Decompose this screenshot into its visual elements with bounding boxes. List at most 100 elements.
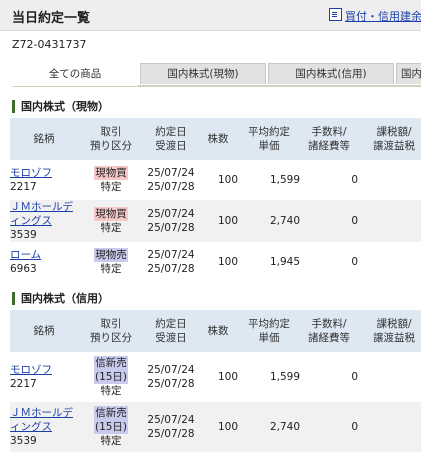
page-header: 当日約定一覧 買付・信用建余 (0, 0, 421, 31)
date-cell: 25/07/24 25/07/28 (144, 402, 198, 452)
settle-date: 25/07/28 (147, 181, 195, 193)
tab-domestic-spot[interactable]: 国内株式(現物) (140, 63, 266, 84)
section-title-margin: 国内株式（信用） (12, 292, 109, 305)
fee-cell: 0 (351, 256, 358, 268)
date-cell: 25/07/24 25/07/28 (144, 160, 198, 200)
stock-name-link[interactable]: モロゾフ (10, 364, 52, 376)
exec-date: 25/07/24 (147, 249, 195, 261)
trade-type-badge: 信新売 (94, 356, 128, 370)
date-cell: 25/07/24 25/07/28 (144, 352, 198, 402)
table-header-row: 銘柄 取引 預り区分 約定日 受渡日 株数 平均約定 単価 手数料/諸経費等 課税額/… (10, 310, 421, 352)
tab-domestic-other[interactable]: 国内 (396, 63, 421, 84)
trade-cell: 信新売 (15日) 特定 (78, 352, 144, 402)
buy-margin-link-label[interactable]: 買付・信用建余 (345, 10, 421, 23)
section-title-spot: 国内株式（現物） (12, 100, 109, 113)
col-header-type: 取引 預り区分 (78, 310, 144, 352)
stock-cell: ローム 6963 (10, 242, 78, 282)
col-header-price: 平均約定 単価 (238, 118, 300, 160)
qty-cell: 100 (198, 402, 238, 452)
qty-cell: 100 (217, 371, 238, 383)
tab-all-products[interactable]: 全ての商品 (12, 63, 138, 86)
fee-cell: 0 (300, 402, 358, 452)
tax-cell: -- (358, 242, 421, 282)
date-cell: 25/07/24 25/07/28 (144, 242, 198, 282)
trade-cell: 現物売 特定 (78, 242, 144, 282)
custody-type: 特定 (100, 181, 122, 193)
stock-cell: ＪＭホールディングス 3539 (10, 200, 78, 242)
page-title: 当日約定一覧 (12, 11, 91, 26)
trade-type-badge: 現物買 (94, 166, 128, 180)
list-icon (329, 8, 342, 21)
stock-name-link[interactable]: ＪＭホールディングス (10, 407, 73, 433)
table-row: ＪＭホールディングス 3539 現物買 特定 25/07/24 25/07/28 10… (10, 200, 421, 242)
col-header-name: 銘柄 (10, 310, 78, 352)
price-cell: 1,599 (269, 174, 300, 186)
col-header-date: 約定日 受渡日 (144, 118, 198, 160)
stock-code: 3539 (10, 435, 37, 447)
stock-code: 6963 (10, 263, 37, 275)
margin-table: 銘柄 取引 預り区分 約定日 受渡日 株数 平均約定 単価 手数料/諸経費等 課税額/… (10, 310, 421, 452)
custody-type: 特定 (100, 435, 122, 447)
qty-cell: 100 (217, 256, 238, 268)
tax-cell: -- (358, 200, 421, 242)
stock-cell: ＪＭホールディングス 3539 (10, 402, 78, 452)
table-row: ローム 6963 現物売 特定 25/07/24 25/07/28 100 1,945… (10, 242, 421, 282)
settle-date: 25/07/28 (147, 263, 195, 275)
exec-date: 25/07/24 (147, 208, 195, 220)
col-header-type: 取引 預り区分 (78, 118, 144, 160)
custody-type: 特定 (100, 385, 122, 397)
col-header-price: 平均約定 単価 (238, 310, 300, 352)
margin-period-badge: (15日) (93, 370, 129, 384)
stock-name-link[interactable]: ローム (10, 249, 41, 261)
fee-cell: 0 (351, 371, 358, 383)
custody-type: 特定 (100, 222, 122, 234)
price-cell: 2,740 (238, 402, 300, 452)
qty-cell: 100 (198, 200, 238, 242)
fee-cell: 0 (351, 174, 358, 186)
margin-period-badge: (15日) (93, 420, 129, 434)
trade-cell: 信新売 (15日) 特定 (78, 402, 144, 452)
settle-date: 25/07/28 (147, 428, 195, 440)
col-header-fee: 手数料/諸経費等 (300, 118, 358, 160)
col-header-fee: 手数料/諸経費等 (300, 310, 358, 352)
col-header-qty: 株数 (198, 310, 238, 352)
stock-name-link[interactable]: ＪＭホールディングス (10, 201, 73, 227)
trade-type-badge: 現物買 (94, 207, 128, 221)
stock-code: 2217 (10, 378, 37, 390)
exec-date: 25/07/24 (147, 364, 195, 376)
table-row: モロゾフ 2217 信新売 (15日) 特定 25/07/24 25/07/28 100… (10, 352, 421, 402)
col-header-date: 約定日 受渡日 (144, 310, 198, 352)
stock-name-link[interactable]: モロゾフ (10, 167, 52, 179)
col-header-tax: 課税額/譲渡益税 (358, 118, 421, 160)
buy-margin-link[interactable]: 買付・信用建余 (329, 8, 421, 24)
settle-date: 25/07/28 (147, 222, 195, 234)
trade-type-badge: 信新売 (94, 406, 128, 420)
stock-cell: モロゾフ 2217 (10, 160, 78, 200)
col-header-name: 銘柄 (10, 118, 78, 160)
product-tabs: 全ての商品 国内株式(現物) 国内株式(信用) 国内 (12, 63, 421, 87)
spot-table: 銘柄 取引 預り区分 約定日 受渡日 株数 平均約定 単価 手数料/諸経費等 課税額/… (10, 118, 421, 282)
price-cell: 2,740 (238, 200, 300, 242)
col-header-tax: 課税額/譲渡益税 (358, 310, 421, 352)
exec-date: 25/07/24 (147, 167, 195, 179)
trade-cell: 現物買 特定 (78, 160, 144, 200)
date-cell: 25/07/24 25/07/28 (144, 200, 198, 242)
stock-code: 3539 (10, 229, 37, 241)
fee-cell: 0 (300, 200, 358, 242)
trade-type-badge: 現物売 (94, 248, 128, 262)
stock-cell: モロゾフ 2217 (10, 352, 78, 402)
qty-cell: 100 (217, 174, 238, 186)
stock-code: 2217 (10, 181, 37, 193)
trade-cell: 現物買 特定 (78, 200, 144, 242)
tab-domestic-margin[interactable]: 国内株式(信用) (268, 63, 394, 84)
table-row: モロゾフ 2217 現物買 特定 25/07/24 25/07/28 100 1,59… (10, 160, 421, 200)
price-cell: 1,599 (269, 371, 300, 383)
table-header-row: 銘柄 取引 預り区分 約定日 受渡日 株数 平均約定 単価 手数料/諸経費等 課税額/… (10, 118, 421, 160)
price-cell: 1,945 (269, 256, 300, 268)
col-header-qty: 株数 (198, 118, 238, 160)
tax-cell: -- (358, 402, 421, 452)
exec-date: 25/07/24 (147, 414, 195, 426)
account-number: Z72-0431737 (12, 38, 87, 51)
settle-date: 25/07/28 (147, 378, 195, 390)
custody-type: 特定 (100, 263, 122, 275)
